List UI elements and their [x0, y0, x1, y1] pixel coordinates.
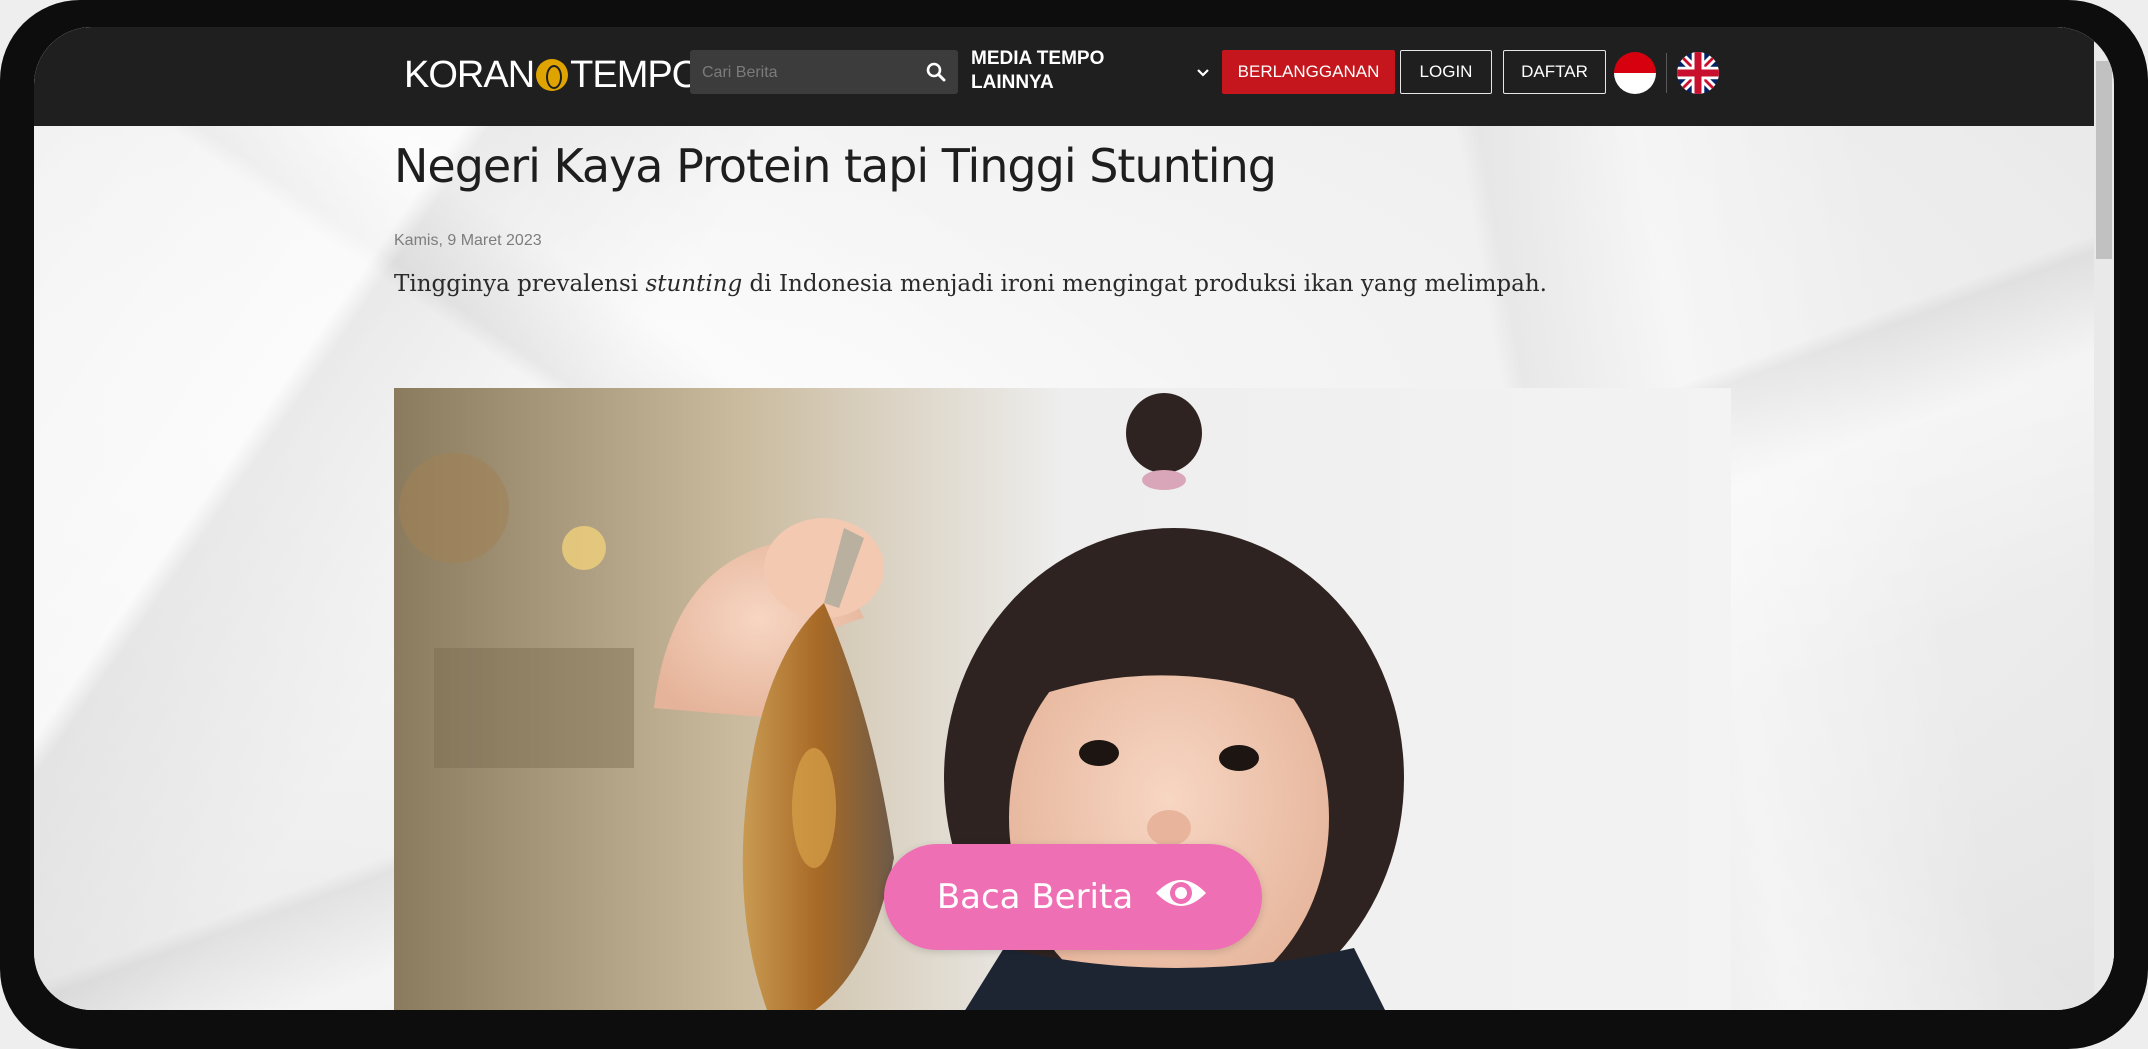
lead-text-start: Tingginya prevalensi: [394, 271, 646, 297]
search-input[interactable]: [700, 50, 914, 96]
scrollbar[interactable]: [2094, 27, 2114, 1010]
browser-window: KORAN TEMPO MEDIA TEMPO LAINNYA BERLANGG…: [34, 27, 2114, 1010]
logo-text-koran: KORAN: [404, 53, 535, 96]
subscribe-button[interactable]: BERLANGGANAN: [1222, 50, 1395, 94]
eye-icon: [1153, 873, 1209, 922]
register-button[interactable]: DAFTAR: [1503, 50, 1606, 94]
logo-text-tempo: TEMPO: [570, 53, 701, 96]
media-tempo-menu[interactable]: MEDIA TEMPO LAINNYA: [971, 47, 1221, 99]
cta-label: Baca Berita: [936, 877, 1134, 917]
lead-text-end: di Indonesia menjadi ironi mengingat pro…: [742, 271, 1547, 297]
read-article-button[interactable]: Baca Berita: [884, 844, 1262, 950]
flag-uk-icon[interactable]: [1677, 52, 1719, 94]
media-menu-label: MEDIA TEMPO LAINNYA: [971, 48, 1105, 93]
article-date: Kamis, 9 Maret 2023: [394, 232, 542, 249]
article-title: Negeri Kaya Protein tapi Tinggi Stunting: [394, 139, 1277, 193]
scrollbar-thumb[interactable]: [2096, 61, 2112, 259]
login-button[interactable]: LOGIN: [1400, 50, 1492, 94]
article-lead: Tingginya prevalensi stunting di Indones…: [394, 271, 1547, 297]
language-divider: [1666, 53, 1667, 93]
lead-text-italic: stunting: [645, 271, 743, 297]
top-navigation-bar: KORAN TEMPO MEDIA TEMPO LAINNYA BERLANGG…: [34, 27, 2114, 126]
search-box: [690, 50, 958, 96]
flag-indonesia-icon[interactable]: [1614, 52, 1656, 94]
logo-emblem-icon: [536, 59, 569, 91]
chevron-down-icon[interactable]: [1196, 63, 1210, 82]
site-logo[interactable]: KORAN TEMPO: [404, 49, 701, 101]
search-icon[interactable]: [914, 50, 958, 94]
